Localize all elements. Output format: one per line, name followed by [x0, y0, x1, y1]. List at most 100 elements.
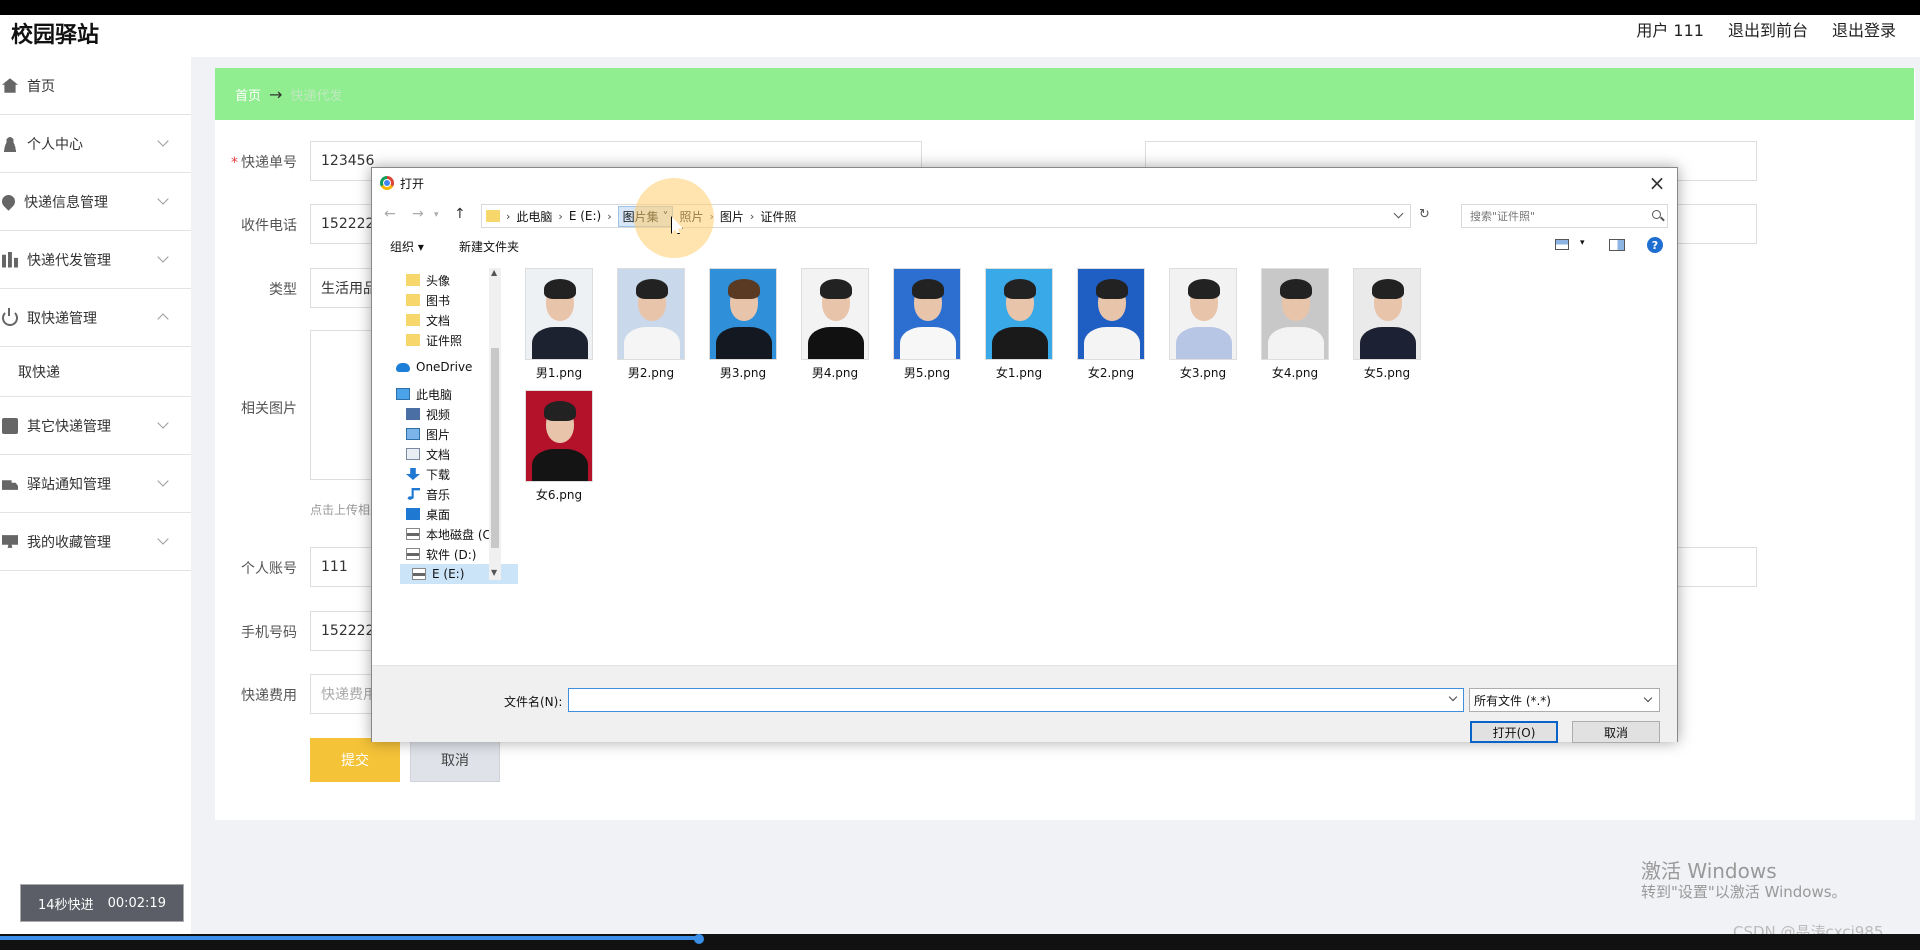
view-chevron-icon[interactable]: ▾ [1580, 238, 1585, 248]
nav-item-documents[interactable]: 文档 [406, 444, 450, 464]
nav-item-desktop[interactable]: 桌面 [406, 504, 450, 524]
bar-chart-icon [2, 251, 18, 268]
nav-item-drive-d[interactable]: 软件 (D:) [406, 544, 476, 564]
address-crumb[interactable]: 此电脑 [516, 208, 552, 225]
brand-title: 校园驿站 [11, 23, 100, 48]
dialog-cancel-button[interactable]: 取消 [1572, 721, 1660, 743]
organize-menu[interactable]: 组织 ▾ [390, 238, 424, 255]
chevron-down-icon [1643, 693, 1653, 703]
breadcrumb-home[interactable]: 首页 [235, 85, 261, 104]
recent-chevron-icon[interactable]: ▾ [434, 210, 439, 220]
dialog-footer: 文件名(N): 所有文件 (*.*) 打开(O) 取消 [372, 665, 1677, 743]
exit-to-front-link[interactable]: 退出到前台 [1728, 17, 1808, 41]
up-arrow-icon[interactable]: ↑ [454, 206, 466, 222]
sidebar-item-express-info[interactable]: 快递信息管理 [0, 173, 191, 231]
nav-item-videos[interactable]: 视频 [406, 404, 450, 424]
progress-fill [0, 936, 700, 940]
preview-pane-icon[interactable] [1609, 239, 1625, 251]
top-nav: 用户 111 退出到前台 退出登录 [1636, 17, 1896, 41]
sidebar-item-pickup[interactable]: 取快递管理 [0, 289, 191, 347]
sidebar-item-station-notice[interactable]: 驿站通知管理 [0, 455, 191, 513]
photo-thumbnail [801, 268, 869, 360]
sidebar: 首页 个人中心 快递信息管理 快递代发管理 取快递管理 取快递 其它快递管理 驿… [0, 57, 191, 935]
desktop-icon [406, 508, 420, 520]
cancel-button[interactable]: 取消 [410, 738, 500, 782]
drive-icon [406, 528, 420, 540]
nav-item-downloads[interactable]: 下载 [406, 464, 450, 484]
sidebar-subitem-pickup[interactable]: 取快递 [0, 347, 191, 397]
sidebar-item-express-send[interactable]: 快递代发管理 [0, 231, 191, 289]
file-item[interactable]: 男1.png [514, 268, 604, 381]
nav-item-onedrive[interactable]: OneDrive [396, 357, 472, 377]
type-label: 类型 [269, 282, 297, 298]
photo-thumbnail [617, 268, 685, 360]
address-crumb[interactable]: 图片 [720, 208, 744, 225]
scroll-down-icon[interactable]: ▼ [491, 568, 497, 577]
timer-label: 14秒快进 [38, 897, 94, 913]
search-input[interactable]: 搜索"证件照" [1461, 204, 1668, 228]
filetype-select[interactable]: 所有文件 (*.*) [1469, 688, 1660, 712]
address-crumb[interactable]: E (E:) [569, 209, 601, 223]
chevron-down-icon [157, 193, 169, 205]
new-folder-button[interactable]: 新建文件夹 [459, 238, 519, 255]
sidebar-item-home[interactable]: 首页 [0, 57, 191, 115]
file-item[interactable]: 男2.png [606, 268, 696, 381]
address-crumb[interactable]: 证件照 [760, 208, 796, 225]
truck-icon [2, 480, 18, 490]
file-item[interactable]: 女6.png [514, 390, 604, 503]
user-link[interactable]: 用户 111 [1636, 17, 1704, 41]
help-icon[interactable]: ? [1647, 237, 1663, 253]
nav-scrollbar[interactable]: ▲ ▼ [489, 268, 501, 580]
folder-icon [406, 274, 420, 286]
scroll-up-icon[interactable]: ▲ [491, 268, 497, 277]
refresh-icon[interactable]: ↻ [1419, 207, 1430, 222]
sidebar-item-personal-center[interactable]: 个人中心 [0, 115, 191, 173]
breadcrumb-current: 快递代发 [290, 88, 343, 104]
filename-input[interactable] [568, 688, 1464, 712]
nav-item-drive-c[interactable]: 本地磁盘 (C:) [406, 524, 500, 544]
scroll-thumb[interactable] [491, 348, 499, 548]
file-item[interactable]: 男4.png [790, 268, 880, 381]
back-arrow-icon[interactable]: ← [384, 206, 396, 222]
sidebar-item-favorites[interactable]: 我的收藏管理 [0, 513, 191, 571]
nav-item-avatar-folder[interactable]: 头像 [406, 270, 450, 290]
monitor-icon [2, 535, 18, 548]
file-item[interactable]: 女5.png [1342, 268, 1432, 381]
chrome-icon [380, 176, 394, 190]
cursor-highlight [634, 178, 714, 258]
file-item[interactable]: 男3.png [698, 268, 788, 381]
nav-item-music[interactable]: 音乐 [406, 484, 450, 504]
file-item[interactable]: 女1.png [974, 268, 1064, 381]
file-item[interactable]: 女3.png [1158, 268, 1248, 381]
address-bar[interactable]: › 此电脑 › E (E:) › 图片集 ˅ 照片 › 图片 › 证件照 [481, 204, 1411, 228]
folder-icon [406, 314, 420, 326]
nav-item-this-pc[interactable]: 此电脑 [396, 384, 452, 404]
file-item[interactable]: 女2.png [1066, 268, 1156, 381]
chevron-down-icon[interactable] [1393, 208, 1404, 219]
csdn-watermark: CSDN @晶涛cxcj985 [1733, 923, 1884, 935]
user-icon [2, 135, 18, 152]
nav-item-pictures[interactable]: 图片 [406, 424, 450, 444]
file-item[interactable]: 男5.png [882, 268, 972, 381]
nav-item-id-photo-folder[interactable]: 证件照 [406, 330, 462, 350]
nav-item-docs-folder[interactable]: 文档 [406, 310, 450, 330]
view-mode-icon[interactable] [1555, 239, 1569, 250]
close-icon[interactable]: × [1645, 171, 1669, 195]
photo-thumbnail [985, 268, 1053, 360]
computer-icon [396, 388, 410, 400]
timer-time: 00:02:19 [107, 895, 166, 911]
photo-thumbnail [893, 268, 961, 360]
file-item[interactable]: 女4.png [1250, 268, 1340, 381]
sidebar-item-other-express[interactable]: 其它快递管理 [0, 397, 191, 455]
open-button[interactable]: 打开(O) [1470, 721, 1558, 743]
progress-knob[interactable] [694, 934, 704, 944]
chevron-down-icon [157, 251, 169, 263]
forward-arrow-icon[interactable]: → [412, 206, 424, 222]
photo-thumbnail [1261, 268, 1329, 360]
nav-item-books-folder[interactable]: 图书 [406, 290, 450, 310]
video-progress-bar[interactable] [0, 934, 1920, 950]
chevron-up-icon [157, 313, 169, 325]
logout-link[interactable]: 退出登录 [1832, 17, 1896, 41]
submit-button[interactable]: 提交 [310, 738, 400, 782]
images-label: 相关图片 [241, 401, 297, 417]
